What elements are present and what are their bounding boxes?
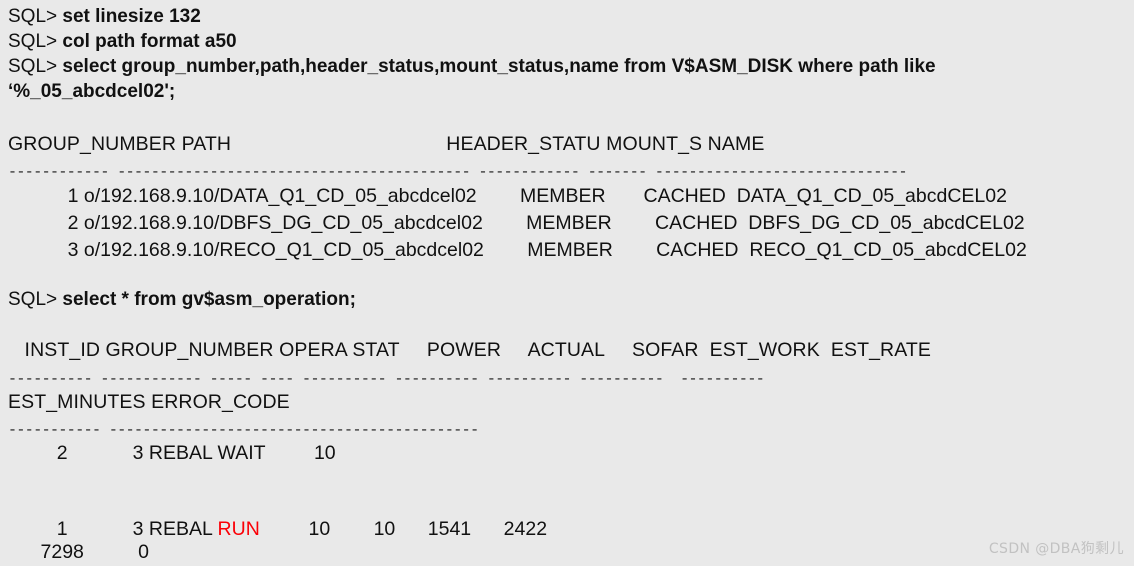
command-text-select-asm-operation: select * from gv$asm_operation; [62, 289, 356, 310]
command-text-set-linesize: set linesize 132 [62, 6, 201, 27]
table2-separator-line2: ----------- ----------------------------… [8, 422, 479, 439]
command-line-2: SQL> col path format a50 [8, 29, 237, 54]
sqlplus-terminal-output: SQL> set linesize 132 SQL> col path form… [0, 0, 1134, 566]
sql-prompt: SQL> [8, 6, 63, 27]
command-line-3-continuation: ‘%_05_abcdcel02'; [8, 79, 175, 104]
table-row: 2 o/192.168.9.10/DBFS_DG_CD_05_abcdcel02… [8, 212, 1025, 234]
table2-column-headers-line1: INST_ID GROUP_NUMBER OPERA STAT POWER AC… [8, 339, 931, 361]
sql-prompt: SQL> [8, 56, 63, 77]
command-text-col-path-format: col path format a50 [62, 31, 237, 52]
sql-prompt: SQL> [8, 31, 63, 52]
row-suffix: 10 10 1541 2422 [259, 518, 548, 540]
sql-prompt: SQL> [8, 289, 63, 310]
command-line-1: SQL> set linesize 132 [8, 4, 201, 29]
command-line-4: SQL> select * from gv$asm_operation; [8, 287, 356, 312]
table1-column-headers: GROUP_NUMBER PATH HEADER_STATU MOUNT_S N… [8, 133, 765, 155]
command-line-3: SQL> select group_number,path,header_sta… [8, 54, 936, 79]
table-row: 2 3 REBAL WAIT 10 [8, 442, 336, 464]
command-text-select-asm-disk: select group_number,path,header_status,m… [62, 56, 936, 77]
status-badge-run: RUN [217, 518, 260, 540]
table2-separator-line1: ---------- ------------ ----- ---- -----… [8, 371, 765, 388]
table-row: 1 3 REBAL RUN 10 10 1541 2422 [8, 517, 547, 542]
table-row: 1 o/192.168.9.10/DATA_Q1_CD_05_abcdcel02… [8, 185, 1007, 207]
command-text-where-clause: ‘%_05_abcdcel02'; [8, 81, 176, 102]
table2-column-headers-line2: EST_MINUTES ERROR_CODE [8, 391, 290, 413]
table1-separator: ------------ ---------------------------… [8, 164, 908, 181]
csdn-watermark: CSDN @DBA狗剩儿 [988, 541, 1124, 557]
row-prefix: 1 3 REBAL [8, 518, 218, 540]
table-row: 3 o/192.168.9.10/RECO_Q1_CD_05_abcdcel02… [8, 239, 1027, 261]
table-row-continuation: 7298 0 [8, 541, 149, 563]
